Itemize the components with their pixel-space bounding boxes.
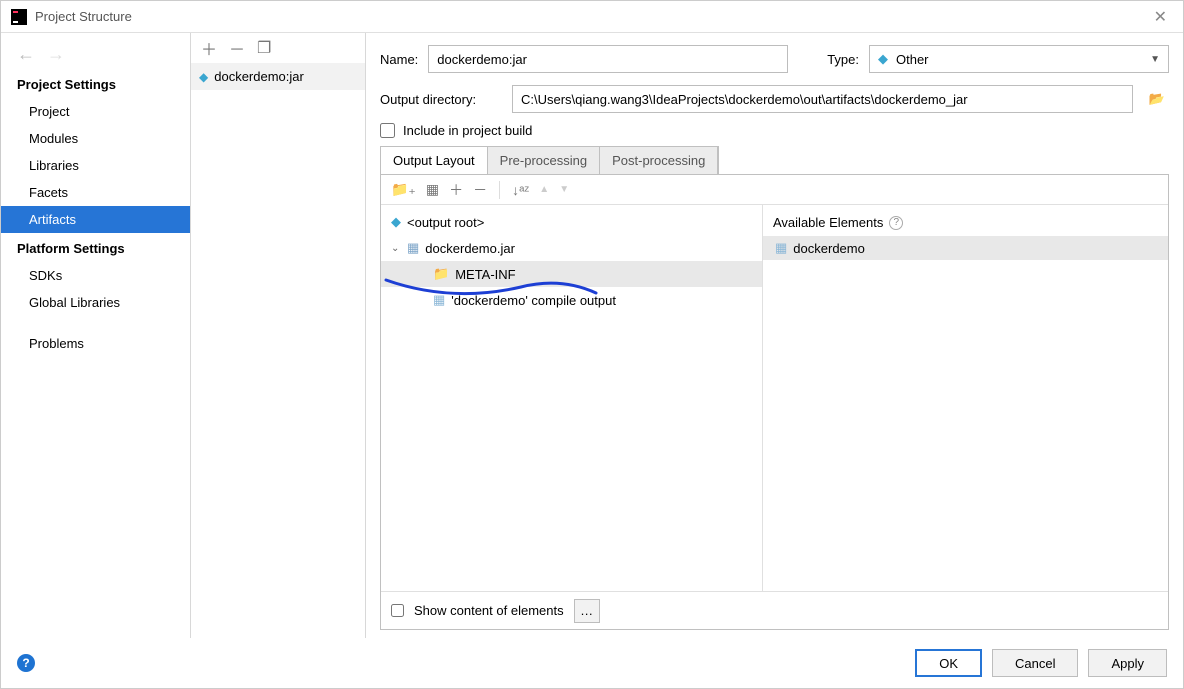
include-build-checkbox[interactable] bbox=[380, 123, 395, 138]
sidebar-item-artifacts[interactable]: Artifacts bbox=[1, 206, 190, 233]
artifact-icon: ◆ bbox=[199, 70, 208, 84]
tree-expand-icon[interactable]: ⌄ bbox=[391, 243, 401, 254]
close-icon[interactable]: ✕ bbox=[1148, 7, 1173, 27]
available-help-icon[interactable]: ? bbox=[889, 216, 903, 230]
artifact-list-item[interactable]: ◆ dockerdemo:jar bbox=[191, 63, 365, 90]
move-down-icon[interactable]: ▼ bbox=[559, 184, 569, 195]
available-header: Available Elements bbox=[773, 215, 883, 230]
intellij-icon bbox=[11, 9, 27, 25]
available-item-label: dockerdemo bbox=[793, 241, 865, 256]
sidebar-item-sdks[interactable]: SDKs bbox=[1, 262, 190, 289]
sidebar-item-modules[interactable]: Modules bbox=[1, 125, 190, 152]
move-up-icon[interactable]: ▲ bbox=[539, 184, 549, 195]
sort-icon[interactable]: ↓ᵃᶻ bbox=[512, 182, 529, 198]
sidebar-item-facets[interactable]: Facets bbox=[1, 179, 190, 206]
nav-forward-icon[interactable]: → bbox=[47, 44, 65, 65]
section-platform-settings: Platform Settings bbox=[1, 233, 190, 262]
apply-button[interactable]: Apply bbox=[1088, 649, 1167, 677]
type-value: Other bbox=[896, 52, 929, 67]
show-content-checkbox[interactable] bbox=[391, 604, 404, 617]
output-layout-tree[interactable]: ◆ <output root> ⌄ ▦ dockerdemo.jar 📁 MET… bbox=[381, 205, 763, 591]
artifact-detail-panel: Name: Type: ◆ Other ▼ Output directory: … bbox=[366, 33, 1183, 638]
show-content-options-button[interactable]: … bbox=[574, 599, 600, 623]
module-icon: ▦ bbox=[775, 240, 787, 256]
sidebar-item-problems[interactable]: Problems bbox=[1, 330, 190, 357]
module-icon: ▦ bbox=[433, 292, 445, 308]
sidebar-item-global-libraries[interactable]: Global Libraries bbox=[1, 289, 190, 316]
tree-jar-node[interactable]: ⌄ ▦ dockerdemo.jar bbox=[381, 235, 762, 261]
tab-post-processing[interactable]: Post-processing bbox=[600, 147, 718, 174]
window-title: Project Structure bbox=[35, 9, 1148, 24]
artifact-list-label: dockerdemo:jar bbox=[214, 69, 304, 84]
cancel-button[interactable]: Cancel bbox=[992, 649, 1078, 677]
section-project-settings: Project Settings bbox=[1, 69, 190, 98]
type-icon: ◆ bbox=[878, 51, 888, 67]
copy-artifact-icon[interactable]: ❐ bbox=[257, 38, 271, 58]
type-select[interactable]: ◆ Other ▼ bbox=[869, 45, 1169, 73]
output-dir-input[interactable]: C:\Users\qiang.wang3\IdeaProjects\docker… bbox=[512, 85, 1133, 113]
tree-meta-inf[interactable]: 📁 META-INF bbox=[381, 261, 762, 287]
remove-artifact-icon[interactable]: － bbox=[229, 36, 245, 60]
sidebar-item-libraries[interactable]: Libraries bbox=[1, 152, 190, 179]
show-content-label[interactable]: Show content of elements bbox=[414, 603, 564, 618]
create-archive-icon[interactable]: ▦ bbox=[426, 181, 439, 198]
tree-root-label: <output root> bbox=[407, 215, 484, 230]
name-input[interactable] bbox=[428, 45, 788, 73]
add-artifact-icon[interactable]: ＋ bbox=[201, 36, 217, 60]
chevron-down-icon: ▼ bbox=[1150, 54, 1160, 65]
ok-button[interactable]: OK bbox=[915, 649, 982, 677]
artifact-list-column: ＋ － ❐ ◆ dockerdemo:jar bbox=[191, 33, 366, 638]
output-dir-value: C:\Users\qiang.wang3\IdeaProjects\docker… bbox=[521, 92, 968, 107]
name-label: Name: bbox=[380, 52, 418, 67]
tree-compile-output-label: 'dockerdemo' compile output bbox=[451, 293, 616, 308]
type-label: Type: bbox=[827, 52, 859, 67]
folder-icon: 📁 bbox=[433, 266, 449, 282]
tree-meta-inf-label: META-INF bbox=[455, 267, 515, 282]
tree-output-root[interactable]: ◆ <output root> bbox=[381, 209, 762, 235]
available-item[interactable]: ▦ dockerdemo bbox=[763, 236, 1168, 260]
settings-sidebar: ← → Project Settings Project Modules Lib… bbox=[1, 33, 191, 638]
available-elements-panel: Available Elements ? ▦ dockerdemo bbox=[763, 205, 1168, 591]
tab-output-layout[interactable]: Output Layout bbox=[381, 147, 488, 174]
tree-jar-label: dockerdemo.jar bbox=[425, 241, 515, 256]
tree-compile-output[interactable]: ▦ 'dockerdemo' compile output bbox=[381, 287, 762, 313]
diamond-icon: ◆ bbox=[391, 214, 401, 230]
jar-icon: ▦ bbox=[407, 240, 419, 256]
nav-back-icon[interactable]: ← bbox=[17, 44, 35, 65]
help-icon[interactable]: ? bbox=[17, 654, 35, 672]
remove-item-icon[interactable]: － bbox=[473, 180, 487, 200]
output-dir-label: Output directory: bbox=[380, 92, 500, 107]
add-copy-icon[interactable]: ＋ bbox=[449, 180, 463, 200]
tab-pre-processing[interactable]: Pre-processing bbox=[488, 147, 600, 174]
sidebar-item-project[interactable]: Project bbox=[1, 98, 190, 125]
create-dir-icon[interactable]: 📁₊ bbox=[391, 181, 416, 198]
browse-folder-icon[interactable]: 📂 bbox=[1145, 87, 1169, 111]
include-build-label[interactable]: Include in project build bbox=[403, 123, 532, 138]
